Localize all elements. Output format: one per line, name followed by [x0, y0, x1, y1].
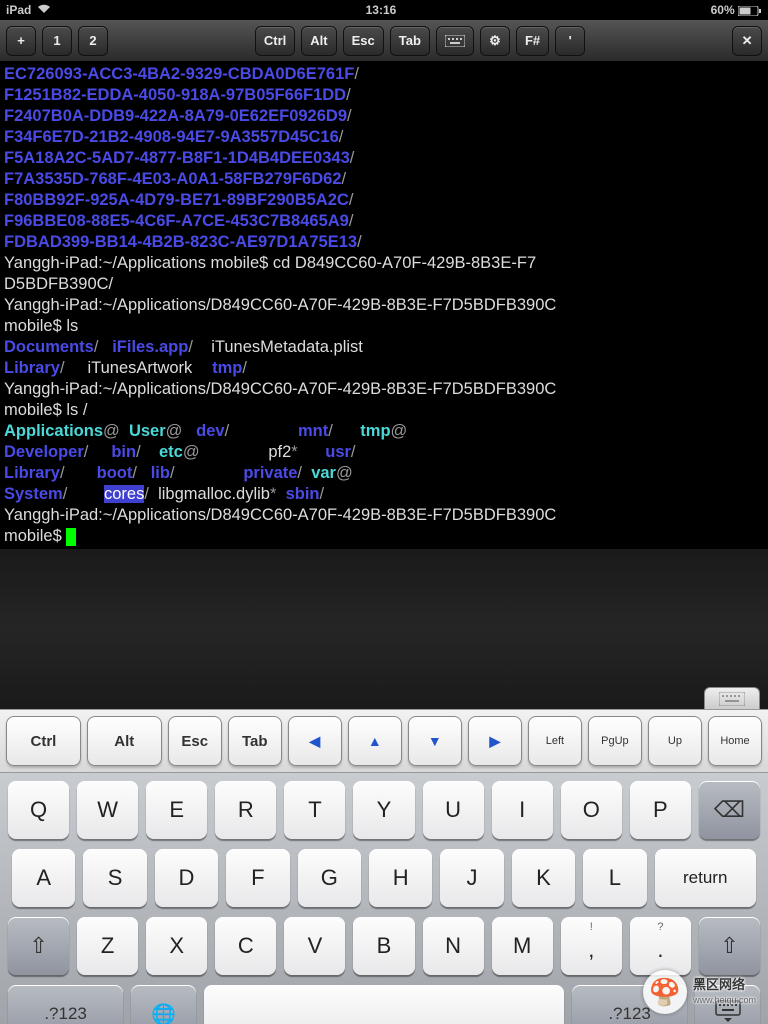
uuid-dir: F96BBE08-88E5-4C6F-A7CE-453C7B8465A9: [4, 212, 349, 230]
right-arrow-icon: ▶: [489, 733, 500, 750]
home-key[interactable]: Home: [708, 716, 762, 766]
arrow-up-key[interactable]: ▲: [348, 716, 402, 766]
key-z[interactable]: Z: [77, 917, 138, 975]
key-s[interactable]: S: [83, 849, 146, 907]
key-n[interactable]: N: [423, 917, 484, 975]
apostrophe-button[interactable]: ': [555, 26, 585, 56]
ctrl-button[interactable]: Ctrl: [255, 26, 295, 56]
key-b[interactable]: B: [353, 917, 414, 975]
key-e[interactable]: E: [146, 781, 207, 839]
settings-button[interactable]: ⚙: [480, 26, 510, 56]
key-r[interactable]: R: [215, 781, 276, 839]
prompt-line: Yanggh-iPad:~/Applications/D849CC60-A70F…: [4, 296, 556, 314]
uuid-dir: EC726093-ACC3-4BA2-9329-CBDA0D6E761F: [4, 65, 354, 83]
key-period[interactable]: ?.: [630, 917, 691, 975]
key-q[interactable]: Q: [8, 781, 69, 839]
prompt-line: mobile$: [4, 527, 66, 545]
left-key[interactable]: Left: [528, 716, 582, 766]
uuid-dir: F34F6E7D-21B2-4908-94E7-9A3557D45C16: [4, 128, 339, 146]
add-button[interactable]: +: [6, 26, 36, 56]
function-key-row: Ctrl Alt Esc Tab ◀ ▲ ▼ ▶ Left PgUp Up Ho…: [0, 709, 768, 773]
arrow-left-key[interactable]: ◀: [288, 716, 342, 766]
uuid-dir: F7A3535D-768F-4E03-A0A1-58FB279F6D62: [4, 170, 342, 188]
key-g[interactable]: G: [298, 849, 361, 907]
onscreen-keyboard: Q W E R T Y U I O P ⌫ A S D F G H J K L …: [0, 773, 768, 1024]
key-k[interactable]: K: [512, 849, 575, 907]
uuid-dir: F80BB92F-925A-4D79-BE71-89BF290B5A2C: [4, 191, 349, 209]
down-arrow-icon: ▼: [428, 733, 442, 749]
keyboard-icon-button[interactable]: [436, 26, 474, 56]
globe-icon: 🌐: [151, 1002, 176, 1024]
key-l[interactable]: L: [583, 849, 646, 907]
prompt-line: Yanggh-iPad:~/Applications/D849CC60-A70F…: [4, 380, 556, 398]
status-bar: iPad 13:16 60%: [0, 0, 768, 20]
key-a[interactable]: A: [12, 849, 75, 907]
arrow-down-key[interactable]: ▼: [408, 716, 462, 766]
key-t[interactable]: T: [284, 781, 345, 839]
key-v[interactable]: V: [284, 917, 345, 975]
number-mode-key-right[interactable]: .?123: [572, 985, 687, 1024]
space-key[interactable]: [204, 985, 564, 1024]
ctrl-key[interactable]: Ctrl: [6, 716, 81, 766]
tab-key[interactable]: Tab: [228, 716, 282, 766]
return-key[interactable]: return: [655, 849, 756, 907]
key-d[interactable]: D: [155, 849, 218, 907]
backspace-key[interactable]: ⌫: [699, 781, 760, 839]
clock: 13:16: [366, 3, 397, 17]
key-h[interactable]: H: [369, 849, 432, 907]
pgup-key[interactable]: PgUp: [588, 716, 642, 766]
key-c[interactable]: C: [215, 917, 276, 975]
prompt-line: mobile$ ls: [4, 317, 78, 335]
key-comma[interactable]: !,: [561, 917, 622, 975]
prompt-line: Yanggh-iPad:~/Applications/D849CC60-A70F…: [4, 506, 556, 524]
number-mode-key[interactable]: .?123: [8, 985, 123, 1024]
up-key[interactable]: Up: [648, 716, 702, 766]
keyboard-icon: [719, 692, 745, 706]
device-label: iPad: [6, 3, 31, 17]
key-w[interactable]: W: [77, 781, 138, 839]
key-y[interactable]: Y: [353, 781, 414, 839]
prompt-line: D5BDFB390C/: [4, 275, 113, 293]
arrow-right-key[interactable]: ▶: [468, 716, 522, 766]
key-u[interactable]: U: [423, 781, 484, 839]
keyboard-tab[interactable]: [704, 687, 760, 709]
up-arrow-icon: ▲: [368, 733, 382, 749]
shift-key[interactable]: ⇧: [8, 917, 69, 975]
esc-key[interactable]: Esc: [168, 716, 222, 766]
terminal-cursor: [66, 528, 76, 546]
uuid-dir: F2407B0A-DDB9-422A-8A79-0E62EF0926D9: [4, 107, 347, 125]
prompt-line: Yanggh-iPad:~/Applications mobile$ cd D8…: [4, 254, 536, 272]
key-p[interactable]: P: [630, 781, 691, 839]
battery-label: 60%: [711, 3, 762, 17]
prompt-line: mobile$ ls /: [4, 401, 87, 419]
tab-button[interactable]: Tab: [390, 26, 430, 56]
uuid-dir: F5A18A2C-5AD7-4877-B8F1-1D4B4DEE0343: [4, 149, 350, 167]
session-2-button[interactable]: 2: [78, 26, 108, 56]
left-arrow-icon: ◀: [309, 733, 320, 750]
terminal-output[interactable]: EC726093-ACC3-4BA2-9329-CBDA0D6E761F/ F1…: [0, 62, 768, 549]
keyboard-hide-icon: [714, 999, 742, 1024]
hide-keyboard-key[interactable]: [695, 985, 760, 1024]
gear-icon: ⚙: [489, 33, 501, 49]
key-o[interactable]: O: [561, 781, 622, 839]
uuid-dir: F1251B82-EDDA-4050-918A-97B05F66F1DD: [4, 86, 346, 104]
key-i[interactable]: I: [492, 781, 553, 839]
shift-key-right[interactable]: ⇧: [699, 917, 760, 975]
session-1-button[interactable]: 1: [42, 26, 72, 56]
alt-button[interactable]: Alt: [301, 26, 336, 56]
esc-button[interactable]: Esc: [343, 26, 384, 56]
key-j[interactable]: J: [440, 849, 503, 907]
key-x[interactable]: X: [146, 917, 207, 975]
fsharp-button[interactable]: F#: [516, 26, 549, 56]
empty-area: [0, 549, 768, 709]
key-m[interactable]: M: [492, 917, 553, 975]
wifi-icon: [37, 3, 51, 17]
close-button[interactable]: ✕: [732, 26, 762, 56]
app-toolbar: + 1 2 Ctrl Alt Esc Tab ⚙ F# ' ✕: [0, 20, 768, 62]
globe-key[interactable]: 🌐: [131, 985, 196, 1024]
key-f[interactable]: F: [226, 849, 289, 907]
alt-key[interactable]: Alt: [87, 716, 162, 766]
uuid-dir: FDBAD399-BB14-4B2B-823C-AE97D1A75E13: [4, 233, 357, 251]
